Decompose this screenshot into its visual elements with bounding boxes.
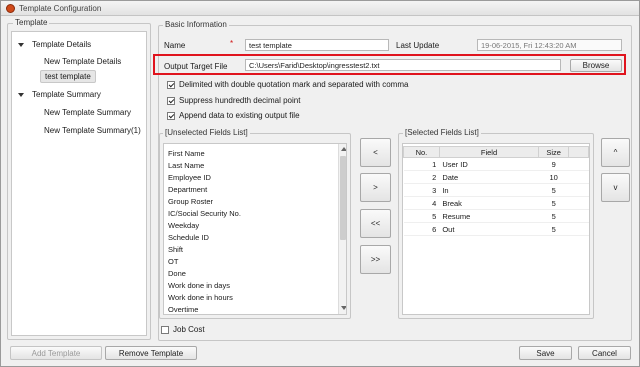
selected-fields-table[interactable]: No. Field Size 1 User ID 9 2 Date 10 3 I… bbox=[403, 146, 589, 236]
row-no: 3 bbox=[403, 183, 440, 197]
list-item[interactable]: OT bbox=[168, 257, 178, 266]
option-append[interactable]: Append data to existing output file bbox=[167, 111, 300, 120]
job-cost-label: Job Cost bbox=[173, 325, 205, 334]
selected-fields-panel: No. Field Size 1 User ID 9 2 Date 10 3 I… bbox=[402, 143, 590, 315]
table-row[interactable]: 6 Out 5 bbox=[403, 222, 589, 236]
option-suppress[interactable]: Suppress hundredth decimal point bbox=[167, 96, 300, 105]
title-bar: Template Configuration bbox=[1, 1, 639, 16]
column-header-size: Size bbox=[538, 146, 570, 158]
name-label: Name bbox=[164, 41, 186, 50]
row-no: 4 bbox=[403, 196, 440, 210]
row-no: 5 bbox=[403, 209, 440, 223]
list-item[interactable]: Schedule ID bbox=[168, 233, 209, 242]
add-template-button[interactable]: Add Template bbox=[10, 346, 102, 360]
list-item[interactable]: Done bbox=[168, 269, 186, 278]
template-tree: Template Details New Template Details te… bbox=[11, 31, 147, 336]
column-header-no: No. bbox=[403, 146, 440, 158]
browse-button[interactable]: Browse bbox=[570, 59, 622, 72]
save-button[interactable]: Save bbox=[519, 346, 572, 360]
remove-template-button[interactable]: Remove Template bbox=[105, 346, 197, 360]
expand-arrow-icon[interactable] bbox=[18, 43, 24, 47]
unselected-list-scrollbar[interactable] bbox=[338, 144, 346, 314]
row-size: 5 bbox=[538, 196, 569, 210]
scroll-up-icon[interactable] bbox=[341, 147, 346, 151]
column-header-filler bbox=[568, 146, 589, 158]
row-size: 5 bbox=[538, 209, 569, 223]
tree-item-new-template-summary-1[interactable]: New Template Summary(1) bbox=[44, 126, 141, 135]
tree-item-new-template-details[interactable]: New Template Details bbox=[44, 57, 121, 66]
remove-all-fields-button[interactable]: << bbox=[360, 209, 391, 238]
window-title: Template Configuration bbox=[19, 4, 102, 13]
table-row[interactable]: 5 Resume 5 bbox=[403, 209, 589, 223]
scroll-thumb[interactable] bbox=[340, 156, 346, 240]
move-up-button[interactable]: ^ bbox=[601, 138, 630, 167]
option-delimited[interactable]: Delimited with double quotation mark and… bbox=[167, 80, 408, 89]
tree-item-template-details[interactable]: Template Details bbox=[32, 40, 91, 49]
unselected-fields-list[interactable]: First Name Last Name Employee ID Departm… bbox=[163, 143, 347, 315]
tree-item-test-template[interactable]: test template bbox=[40, 70, 96, 83]
list-item[interactable]: Work done in days bbox=[168, 281, 230, 290]
row-no: 2 bbox=[403, 170, 440, 184]
row-field: Date bbox=[439, 170, 539, 184]
remove-field-button[interactable]: < bbox=[360, 138, 391, 167]
checkbox-checked-icon[interactable] bbox=[167, 96, 175, 105]
list-item[interactable]: First Name bbox=[168, 149, 205, 158]
row-field: In bbox=[439, 183, 539, 197]
option-append-label: Append data to existing output file bbox=[179, 111, 300, 120]
last-update-label: Last Update bbox=[396, 41, 440, 50]
basic-information-label: Basic Information bbox=[163, 20, 229, 29]
tree-item-template-summary[interactable]: Template Summary bbox=[32, 90, 101, 99]
selected-fields-label: [Selected Fields List] bbox=[403, 128, 481, 137]
row-size: 5 bbox=[538, 222, 569, 236]
list-item[interactable]: Group Roster bbox=[168, 197, 213, 206]
app-icon bbox=[6, 4, 15, 13]
checkbox-unchecked-icon[interactable] bbox=[161, 325, 169, 334]
template-configuration-window: Template Configuration Template Template… bbox=[0, 0, 640, 367]
job-cost-option[interactable]: Job Cost bbox=[161, 325, 205, 334]
checkbox-checked-icon[interactable] bbox=[167, 111, 175, 120]
add-all-fields-button[interactable]: >> bbox=[360, 245, 391, 274]
list-item[interactable]: Last Name bbox=[168, 161, 204, 170]
checkbox-checked-icon[interactable] bbox=[167, 80, 175, 89]
move-down-button[interactable]: v bbox=[601, 173, 630, 202]
list-item[interactable]: Overtime bbox=[168, 305, 198, 314]
row-size: 5 bbox=[538, 183, 569, 197]
row-size: 10 bbox=[538, 170, 569, 184]
template-group-label: Template bbox=[13, 18, 50, 27]
row-field: Out bbox=[439, 222, 539, 236]
tree-item-new-template-summary[interactable]: New Template Summary bbox=[44, 108, 131, 117]
output-target-label: Output Target File bbox=[164, 62, 228, 71]
list-item[interactable]: Weekday bbox=[168, 221, 199, 230]
row-field: Break bbox=[439, 196, 539, 210]
required-mark: * bbox=[230, 39, 234, 48]
row-field: User ID bbox=[439, 157, 539, 171]
option-suppress-label: Suppress hundredth decimal point bbox=[179, 96, 301, 105]
table-row[interactable]: 1 User ID 9 bbox=[403, 157, 589, 171]
cancel-button[interactable]: Cancel bbox=[578, 346, 631, 360]
table-row[interactable]: 3 In 5 bbox=[403, 183, 589, 197]
unselected-fields-label: [Unselected Fields List] bbox=[163, 128, 250, 137]
option-delimited-label: Delimited with double quotation mark and… bbox=[179, 80, 409, 89]
list-item[interactable]: IC/Social Security No. bbox=[168, 209, 241, 218]
row-no: 1 bbox=[403, 157, 440, 171]
expand-arrow-icon[interactable] bbox=[18, 93, 24, 97]
row-no: 6 bbox=[403, 222, 440, 236]
list-item[interactable]: Department bbox=[168, 185, 207, 194]
last-update-field: 19-06-2015, Fri 12:43:20 AM bbox=[477, 39, 622, 51]
add-field-button[interactable]: > bbox=[360, 173, 391, 202]
scroll-down-icon[interactable] bbox=[341, 306, 346, 310]
row-field: Resume bbox=[439, 209, 539, 223]
table-row[interactable]: 2 Date 10 bbox=[403, 170, 589, 184]
table-header-row: No. Field Size bbox=[403, 146, 589, 158]
list-item[interactable]: Work done in hours bbox=[168, 293, 233, 302]
column-header-field: Field bbox=[438, 146, 540, 158]
table-row[interactable]: 4 Break 5 bbox=[403, 196, 589, 210]
output-target-input[interactable]: C:\Users\Farid\Desktop\ingresstest2.txt bbox=[245, 59, 561, 71]
list-item[interactable]: Employee ID bbox=[168, 173, 211, 182]
row-size: 9 bbox=[538, 157, 569, 171]
list-item[interactable]: Shift bbox=[168, 245, 183, 254]
name-input[interactable]: test template bbox=[245, 39, 389, 51]
